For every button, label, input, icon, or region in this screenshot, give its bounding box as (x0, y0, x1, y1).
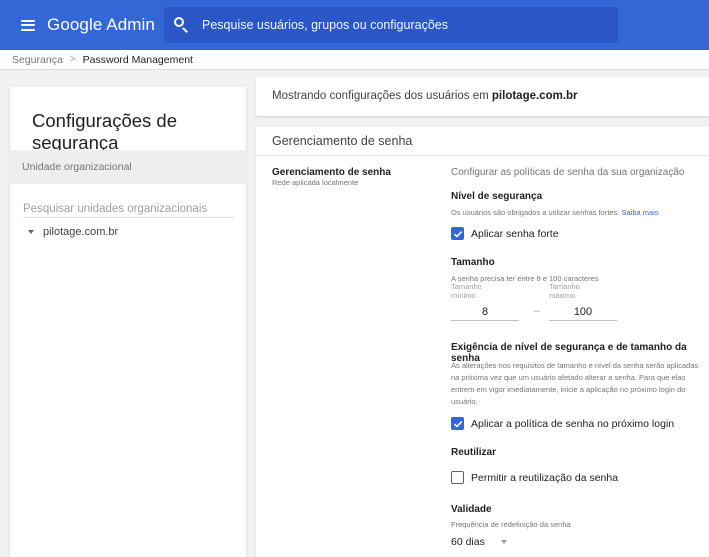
breadcrumb-current: Password Management (82, 53, 193, 66)
search-icon[interactable] (174, 17, 190, 33)
expand-caret-icon[interactable] (28, 230, 34, 234)
min-length-label: Tamanho mínimo (451, 282, 482, 300)
setting-description: Configurar as políticas de senha da sua … (451, 167, 685, 178)
setting-subtitle: Rede aplicada localmente (272, 178, 359, 187)
enforce-next-login-label[interactable]: Aplicar a política de senha no próximo l… (471, 418, 674, 430)
breadcrumb-security-link[interactable]: Segurança (12, 54, 63, 66)
min-length-input[interactable]: 8 (451, 303, 519, 321)
enforcement-help: As alterações nos requisitos de tamanho … (451, 360, 709, 408)
enforce-strong-password-label[interactable]: Aplicar senha forte (471, 228, 559, 240)
org-unit-item[interactable]: pilotage.com.br (28, 226, 118, 238)
org-unit-header: Unidade organizacional (10, 150, 246, 184)
search-bar[interactable]: Pesquise usuários, grupos ou configuraçõ… (164, 7, 618, 43)
max-length-label: Tamanho máximo (549, 282, 580, 300)
reuse-heading: Reutilizar (451, 447, 497, 458)
length-heading: Tamanho (451, 257, 495, 268)
expiry-help: Frequência de redefinição da senha (451, 520, 571, 529)
page-title: Configurações de segurança (32, 110, 178, 153)
checkbox-checked-icon[interactable] (451, 227, 464, 240)
setting-name[interactable]: Gerenciamento de senha (272, 167, 391, 178)
breadcrumb-separator-icon: > (69, 54, 76, 65)
min-length-label-line2: mínimo (451, 290, 476, 300)
checkbox-checked-icon[interactable] (451, 417, 464, 430)
expiry-select[interactable]: 60 dias (451, 534, 527, 550)
range-dash: – (534, 305, 541, 317)
expiry-selected-value[interactable]: 60 dias (451, 536, 485, 548)
scope-domain: pilotage.com.br (491, 90, 578, 102)
search-placeholder[interactable]: Pesquise usuários, grupos ou configuraçõ… (202, 18, 448, 32)
enforcement-help-line: As alterações nos requisitos de tamanho … (451, 361, 699, 370)
enforce-strong-password-checkbox[interactable]: Aplicar senha forte (451, 227, 559, 240)
breadcrumb: Segurança > Password Management (0, 50, 709, 70)
enforce-next-login-checkbox[interactable]: Aplicar a política de senha no próximo l… (451, 417, 674, 430)
learn-more-link[interactable]: Saiba mais (622, 208, 659, 217)
enforcement-help-line: na próxima vez que um usuário afetado al… (451, 373, 686, 382)
checkbox-unchecked-icon[interactable] (451, 471, 464, 484)
app-brand[interactable]: Google Admin (47, 15, 155, 35)
max-length-label-line2: máximo (549, 290, 576, 300)
left-panel: Configurações de segurança Unidade organ… (10, 87, 246, 557)
strength-help: Os usuários são obrigados a utilizar sen… (451, 208, 659, 217)
scope-info-card: Mostrando configurações dos usuários em … (256, 77, 709, 116)
menu-icon[interactable] (21, 19, 35, 31)
chevron-down-icon[interactable] (500, 540, 507, 544)
settings-card: Gerenciamento de senha Gerenciamento de … (256, 127, 709, 557)
section-title: Gerenciamento de senha (256, 127, 709, 156)
top-app-bar: Google Admin Pesquise usuários, grupos o… (0, 0, 709, 50)
scope-info-text: Mostrando configurações dos usuários em (272, 90, 492, 102)
expiry-heading: Validade (451, 504, 492, 515)
enforcement-help-line: entrem em vigor imediatamente, inicie a … (451, 385, 686, 394)
org-unit-search-input[interactable] (23, 200, 234, 218)
max-length-input[interactable]: 100 (549, 303, 617, 321)
org-unit-label[interactable]: pilotage.com.br (43, 226, 118, 238)
strength-help-text: Os usuários são obrigados a utilizar sen… (451, 208, 622, 217)
allow-reuse-label[interactable]: Permitir a reutilização da senha (471, 472, 618, 484)
enforcement-help-line: usuário. (451, 397, 478, 406)
strength-heading: Nível de segurança (451, 191, 543, 202)
allow-reuse-checkbox[interactable]: Permitir a reutilização da senha (451, 471, 618, 484)
